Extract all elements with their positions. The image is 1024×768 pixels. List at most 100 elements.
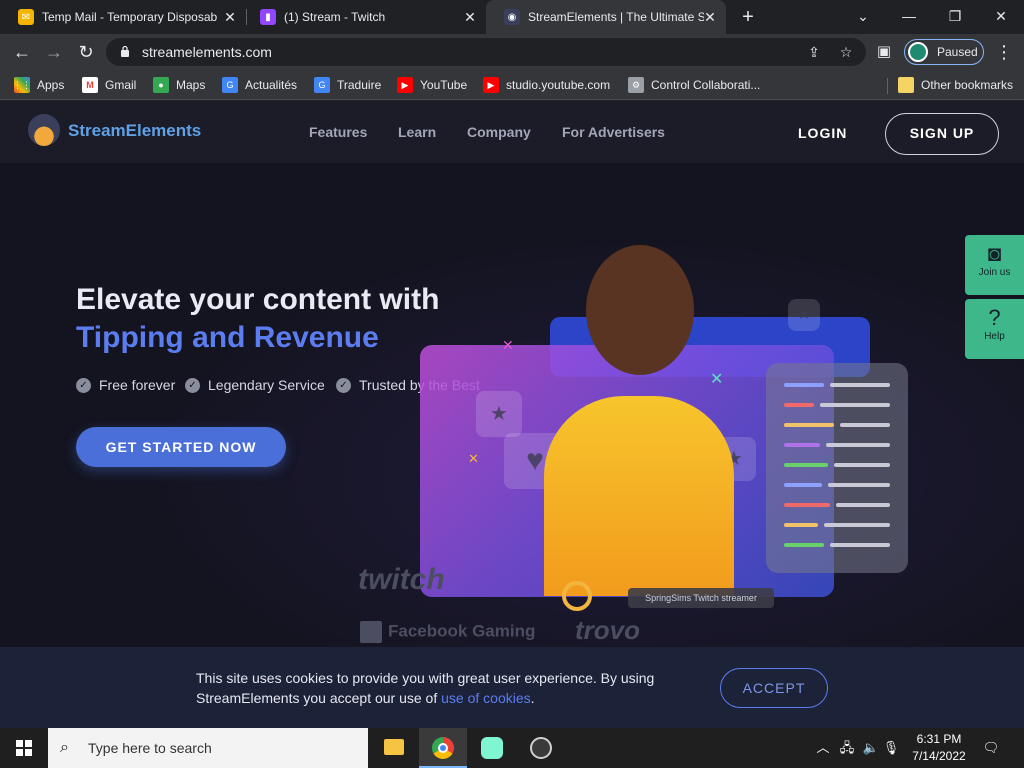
side-panel-icon[interactable]: ▣ [872,40,896,64]
feature-label: Legendary Service [208,377,325,393]
close-window-button[interactable]: ✕ [978,0,1024,32]
file-explorer-icon[interactable] [370,728,418,768]
bookmarks-bar: ⋮⋮ Apps M Gmail ● Maps G Actualités G Tr… [0,70,1024,100]
restore-button[interactable]: ❐ [932,0,978,32]
folder-icon [898,77,914,93]
new-tab-button[interactable]: + [736,5,760,29]
twitch-icon: ▮ [260,9,276,25]
nav-company[interactable]: Company [467,124,531,140]
signup-button[interactable]: SIGN UP [885,113,999,155]
bookmark-label: Maps [176,78,206,92]
get-started-button[interactable]: GET STARTED NOW [76,427,286,467]
tab-streamelements[interactable]: ◉ StreamElements | The Ultimate St ✕ [486,0,726,34]
forward-arrow-icon[interactable]: → [42,40,66,64]
minimize-button[interactable]: — [886,0,932,32]
bookmark-actualites[interactable]: G Actualités [222,76,297,94]
bookmark-control[interactable]: ⚙ Control Collaborati... [628,76,760,94]
tray-chevron-up-icon[interactable]: ︿ [812,728,834,768]
trovo-logo: trovo [575,615,640,645]
bookmark-gmail[interactable]: M Gmail [82,76,136,94]
x-decoration: ✕ [710,371,724,388]
bookmark-label: Actualités [245,78,298,92]
chrome-icon[interactable] [419,728,467,768]
hero-title-line2: Tipping and Revenue [76,321,379,354]
notifications-icon[interactable]: 🗨 [980,728,1002,768]
bookmark-studio-youtube[interactable]: ▶ studio.youtube.com [483,76,610,94]
bookmark-maps[interactable]: ● Maps [153,76,205,94]
nav-features[interactable]: Features [309,124,367,140]
cookie-policy-link[interactable]: use of cookies [441,690,531,706]
brand-name[interactable]: StreamElements [68,121,201,141]
search-placeholder: Type here to search [88,740,212,756]
address-bar[interactable]: streamelements.com ⇪ ☆ [106,38,866,66]
clock-time: 6:31 PM [916,732,962,746]
chat-line [840,423,890,427]
taskbar-search-input[interactable]: ⌕ Type here to search [48,728,368,768]
discord-join-widget[interactable]: ◙ Join us [965,235,1024,295]
other-bookmarks[interactable]: Other bookmarks [898,76,1013,94]
cookie-banner: This site uses cookies to provide you wi… [0,647,1024,728]
tab-search-chevron-icon[interactable]: ⌄ [840,0,886,32]
check-icon: ✓ [76,377,91,393]
windows-start-icon[interactable] [0,728,48,768]
close-icon[interactable]: ✕ [702,9,718,25]
microphone-icon[interactable]: 🎙 [882,728,900,768]
streamlabs-icon[interactable] [468,728,516,768]
obs-icon[interactable] [517,728,565,768]
apps-grid-icon: ⋮⋮ [13,77,31,93]
hero-illustration: ★ ♥ ★ ★ SpringSims Twitch streamer ✕ ✕ ✕… [340,241,930,651]
tab-twitch[interactable]: ▮ (1) Stream - Twitch ✕ [242,0,486,34]
help-circle-icon: ? [988,305,1001,330]
twitch-logo: twitch [358,563,445,596]
cookie-message: This site uses cookies to provide you wi… [196,670,655,706]
help-widget[interactable]: ? Help [965,299,1024,359]
bookmark-youtube[interactable]: ▶ YouTube [397,76,467,94]
tab-temp-mail[interactable]: ✉ Temp Mail - Temporary Disposab ✕ [0,0,246,34]
streamelements-logo-icon[interactable] [28,114,60,146]
chat-line [784,463,828,467]
x-decoration: ✕ [468,451,479,466]
bookmark-star-icon[interactable]: ☆ [836,42,856,62]
chat-line [824,523,890,527]
youtube-icon: ▶ [397,77,413,93]
maps-icon: ● [153,77,169,93]
star-icon: ★ [788,299,820,331]
url-text: streamelements.com [142,44,272,60]
share-icon[interactable]: ⇪ [804,42,824,62]
back-arrow-icon[interactable]: ← [10,40,34,64]
facebook-gaming-logo: Facebook Gaming [360,621,535,643]
taskbar-clock[interactable]: 6:31 PM 7/14/2022 [900,731,978,765]
cookie-text: This site uses cookies to provide you wi… [196,670,655,706]
login-link[interactable]: LOGIN [798,125,847,141]
profile-button[interactable]: Paused [904,39,984,65]
nav-for-advertisers[interactable]: For Advertisers [562,124,665,140]
chat-line [784,543,824,547]
close-icon[interactable]: ✕ [462,9,478,25]
bookmarks-divider [887,78,888,94]
chat-line [784,443,820,447]
facebook-gaming-icon [360,621,382,643]
star-icon: ★ [476,391,522,437]
streamer-tag: SpringSims Twitch streamer [628,588,774,608]
side-widget-label: Help [984,331,1005,342]
nav-learn[interactable]: Learn [398,124,436,140]
volume-icon[interactable]: 🔈 [860,728,882,768]
tab-title: Temp Mail - Temporary Disposab [42,10,218,24]
accept-cookies-button[interactable]: ACCEPT [720,668,828,708]
clock-date: 7/14/2022 [912,749,966,763]
reload-icon[interactable]: ↻ [74,40,98,64]
streamlabs-logo [481,737,503,759]
chat-line [784,403,814,407]
kebab-menu-icon[interactable]: ⋮ [992,40,1016,64]
network-icon[interactable]: 🖧 [836,728,858,768]
bookmark-apps[interactable]: ⋮⋮ Apps [13,76,64,94]
profile-status: Paused [937,45,978,59]
site-header: StreamElements Features Learn Company Fo… [0,101,1024,163]
chat-line [830,543,890,547]
chrome-center [438,743,448,753]
bookmark-traduire[interactable]: G Traduire [314,76,381,94]
gmail-icon: M [82,77,98,93]
streamer-name: SpringSims [645,593,692,603]
close-icon[interactable]: ✕ [222,9,238,25]
bookmark-label: Other bookmarks [921,78,1014,92]
